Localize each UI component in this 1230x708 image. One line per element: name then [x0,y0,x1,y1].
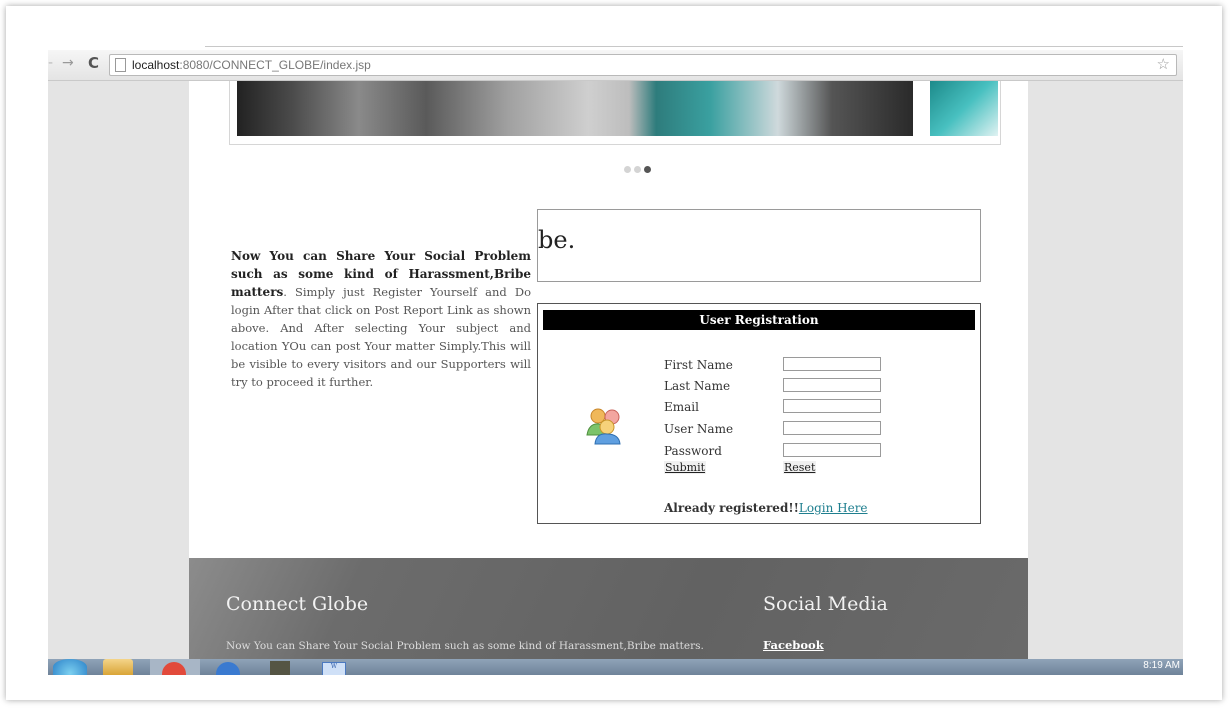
taskbar-clock: 8:19 AM [1143,660,1180,671]
user-name-label: User Name [664,422,734,436]
facebook-link[interactable]: Facebook [763,638,824,652]
intro-paragraph: Now You can Share Your Social Problem su… [231,247,531,391]
already-registered-text: Already registered!!Login Here [664,501,868,515]
start-button-icon[interactable] [53,659,87,675]
bookmark-star-icon[interactable]: ☆ [1157,55,1170,75]
password-field[interactable] [783,443,881,457]
last-name-label: Last Name [664,379,731,393]
address-bar[interactable]: localhost:8080/CONNECT_GLOBE/index.jsp ☆ [109,54,1177,76]
folder-icon[interactable] [103,659,133,675]
marquee-text: be. [538,226,576,254]
app-icon[interactable] [258,659,302,675]
already-registered-label: Already registered!! [664,501,799,515]
url-host: localhost [132,58,180,72]
reset-button[interactable]: Reset [783,461,817,474]
banner-image [237,81,913,136]
page-icon [115,58,126,72]
user-name-field[interactable] [783,421,881,435]
email-label: Email [664,400,699,414]
internet-explorer-icon[interactable] [206,659,250,675]
footer-title: Connect Globe [226,593,369,615]
footer-text: Now You can Share Your Social Problem su… [226,640,704,652]
first-name-label: First Name [664,358,733,372]
forward-icon[interactable]: → [62,55,74,71]
slider-dot[interactable] [624,166,631,173]
slider-dot[interactable] [634,166,641,173]
slider-dots [624,158,654,177]
slider-dot-active[interactable] [644,166,651,173]
last-name-field[interactable] [783,378,881,392]
footer: Connect Globe Now You can Share Your Soc… [189,558,1028,659]
social-media-title: Social Media [763,593,888,615]
intro-body-text: Simply just Register Yourself and Do log… [231,285,531,389]
back-icon[interactable]: - [48,55,53,71]
chrome-icon[interactable] [150,659,200,675]
users-icon [586,408,621,445]
registration-header: User Registration [543,310,975,330]
password-label: Password [664,444,722,458]
banner-next-image [930,81,998,136]
login-here-link[interactable]: Login Here [799,501,868,515]
first-name-field[interactable] [783,357,881,371]
taskbar: W 8:19 AM [48,659,1183,675]
reload-icon[interactable]: C [88,54,99,72]
tab-strip-line [205,46,1183,47]
submit-button[interactable]: Submit [664,461,707,474]
url-path: :8080/CONNECT_GLOBE/index.jsp [179,58,371,72]
marquee-box: be. [537,209,981,282]
email-field[interactable] [783,399,881,413]
word-icon[interactable]: W [312,659,356,675]
url-text[interactable]: localhost:8080/CONNECT_GLOBE/index.jsp [132,55,371,75]
registration-form: User Registration First Name Last Name E… [537,303,981,524]
